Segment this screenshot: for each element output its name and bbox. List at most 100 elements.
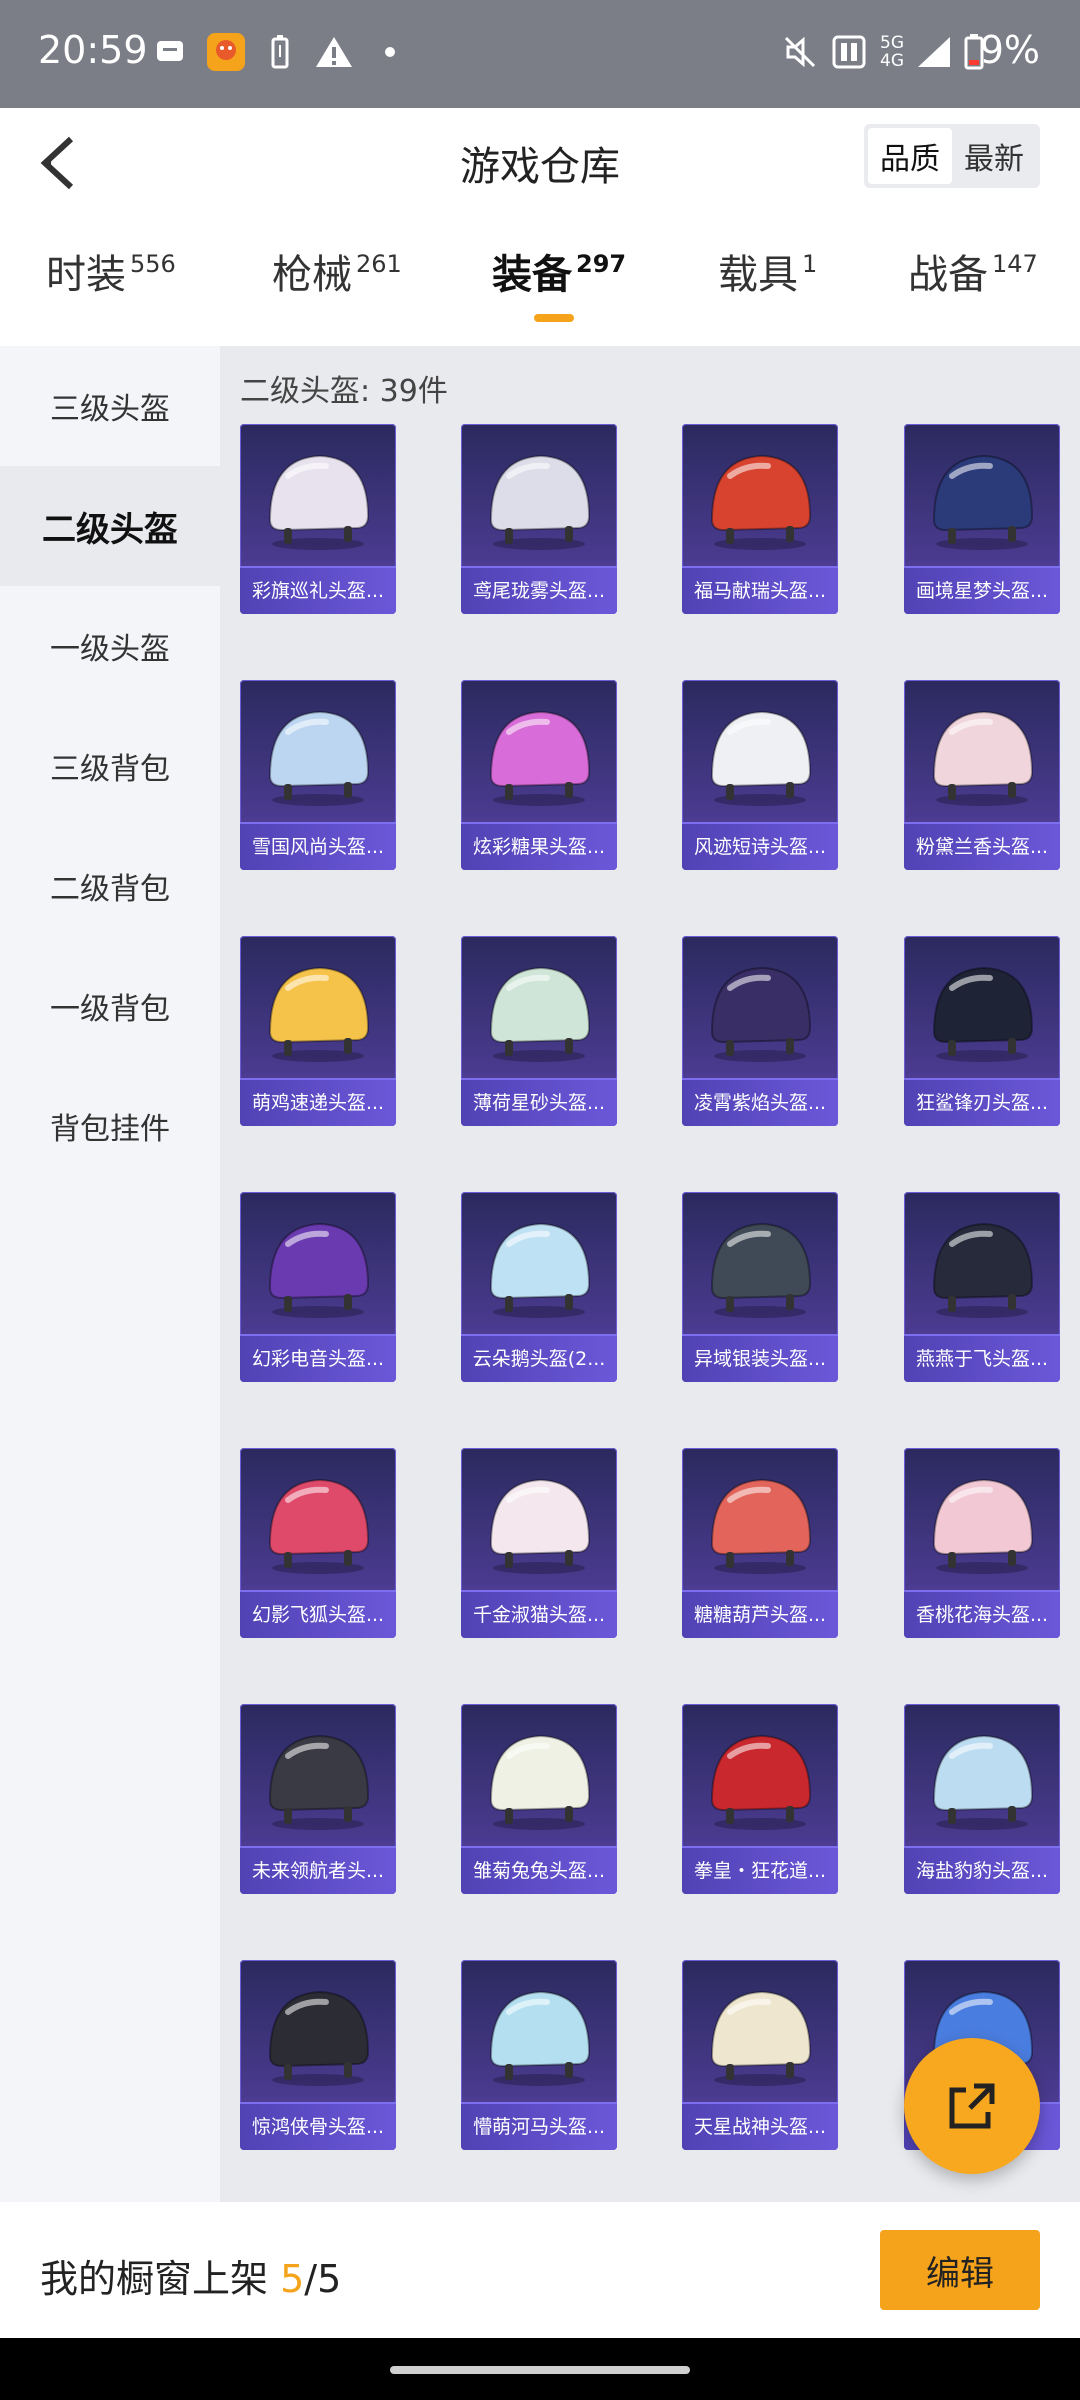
- item-card[interactable]: 异域银装头盔...: [682, 1192, 838, 1382]
- item-card[interactable]: 萌鸡速递头盔...: [240, 936, 396, 1126]
- sidebar-item-level1-helmet[interactable]: 一级头盔: [0, 586, 220, 706]
- item-card[interactable]: 凌霄紫焰头盔...: [682, 936, 838, 1126]
- item-card[interactable]: 未来领航者头...: [240, 1704, 396, 1894]
- mute-icon: [780, 30, 820, 74]
- item-name: 雏菊兔兔头盔...: [461, 1846, 617, 1894]
- item-name: 福马献瑞头盔...: [682, 566, 838, 614]
- helmet-icon: [932, 454, 1034, 550]
- sort-quality-button[interactable]: 品质: [868, 128, 952, 184]
- status-time: 20:59: [38, 28, 148, 72]
- helmet-icon: [710, 1990, 812, 2086]
- helmet-icon: [932, 1222, 1034, 1318]
- item-name: 萌鸡速递头盔...: [240, 1078, 396, 1126]
- header: 游戏仓库 品质 最新: [0, 108, 1080, 228]
- helmet-icon: [268, 454, 370, 550]
- tab-combat-gear[interactable]: 战备 147: [908, 250, 1038, 330]
- sort-newest-button[interactable]: 最新: [952, 128, 1036, 184]
- shelf-used-count: 5: [280, 2257, 305, 2301]
- helmet-icon: [489, 710, 591, 806]
- helmet-icon: [932, 1478, 1034, 1574]
- helmet-icon: [489, 1478, 591, 1574]
- helmet-icon: [710, 1734, 812, 1830]
- sidebar: 三级头盔 二级头盔 一级头盔 三级背包 二级背包 一级背包 背包挂件: [0, 346, 220, 2202]
- item-name: 幻彩电音头盔...: [240, 1334, 396, 1382]
- item-card[interactable]: 懵萌河马头盔...: [461, 1960, 617, 2150]
- app-notification-icon: [204, 30, 248, 74]
- helmet-icon: [710, 1478, 812, 1574]
- item-name: 懵萌河马头盔...: [461, 2102, 617, 2150]
- item-name: 天星战神头盔...: [682, 2102, 838, 2150]
- item-card[interactable]: 幻彩电音头盔...: [240, 1192, 396, 1382]
- item-name: 狂鲨锋刃头盔...: [904, 1078, 1060, 1126]
- tab-fashion[interactable]: 时装 556: [46, 250, 176, 330]
- item-card[interactable]: 画境星梦头盔...: [904, 424, 1060, 614]
- item-card[interactable]: 拳皇・狂花道...: [682, 1704, 838, 1894]
- item-card[interactable]: 千金淑猫头盔...: [461, 1448, 617, 1638]
- helmet-icon: [268, 1990, 370, 2086]
- sidebar-item-level2-backpack[interactable]: 二级背包: [0, 826, 220, 946]
- item-card[interactable]: 糖糖葫芦头盔...: [682, 1448, 838, 1638]
- item-name: 画境星梦头盔...: [904, 566, 1060, 614]
- sidebar-item-level2-helmet[interactable]: 二级头盔: [0, 466, 220, 586]
- item-name: 薄荷星砂头盔...: [461, 1078, 617, 1126]
- item-card[interactable]: 雏菊兔兔头盔...: [461, 1704, 617, 1894]
- item-card[interactable]: 风迹短诗头盔...: [682, 680, 838, 870]
- item-name: 香桃花海头盔...: [904, 1590, 1060, 1638]
- helmet-icon: [268, 1478, 370, 1574]
- helmet-icon: [489, 966, 591, 1062]
- item-card[interactable]: 云朵鹅头盔(2...: [461, 1192, 617, 1382]
- item-name: 风迹短诗头盔...: [682, 822, 838, 870]
- tab-vehicles[interactable]: 载具 1: [718, 250, 817, 330]
- sidebar-item-level3-backpack[interactable]: 三级背包: [0, 706, 220, 826]
- helmet-icon: [710, 454, 812, 550]
- item-card[interactable]: 雪国风尚头盔...: [240, 680, 396, 870]
- item-card[interactable]: 燕燕于飞头盔...: [904, 1192, 1060, 1382]
- helmet-icon: [268, 710, 370, 806]
- helmet-icon: [710, 1222, 812, 1318]
- item-name: 糖糖葫芦头盔...: [682, 1590, 838, 1638]
- dot-icon: [382, 30, 398, 74]
- item-name: 鸢尾珑雾头盔...: [461, 566, 617, 614]
- section-title: 二级头盔: 39件: [240, 374, 448, 409]
- sidebar-item-level1-backpack[interactable]: 一级背包: [0, 946, 220, 1066]
- item-name: 彩旗巡礼头盔...: [240, 566, 396, 614]
- item-card[interactable]: 彩旗巡礼头盔...: [240, 424, 396, 614]
- sidebar-item-backpack-charm[interactable]: 背包挂件: [0, 1066, 220, 1186]
- item-name: 凌霄紫焰头盔...: [682, 1078, 838, 1126]
- signal-icon: [914, 30, 954, 74]
- item-card[interactable]: 海盐豹豹头盔...: [904, 1704, 1060, 1894]
- system-nav-bar: [0, 2338, 1080, 2400]
- network-type-icon: 5G 4G: [880, 33, 904, 71]
- item-card[interactable]: 薄荷星砂头盔...: [461, 936, 617, 1126]
- home-indicator[interactable]: [390, 2366, 690, 2374]
- item-name: 粉黛兰香头盔...: [904, 822, 1060, 870]
- item-card[interactable]: 天星战神头盔...: [682, 1960, 838, 2150]
- sidebar-item-level3-helmet[interactable]: 三级头盔: [0, 346, 220, 466]
- item-card[interactable]: 狂鲨锋刃头盔...: [904, 936, 1060, 1126]
- item-name: 千金淑猫头盔...: [461, 1590, 617, 1638]
- helmet-icon: [932, 1734, 1034, 1830]
- item-card[interactable]: 惊鸿侠骨头盔...: [240, 1960, 396, 2150]
- sort-toggle: 品质 最新: [864, 124, 1040, 188]
- item-card[interactable]: 福马献瑞头盔...: [682, 424, 838, 614]
- share-button[interactable]: [904, 2038, 1040, 2174]
- item-card[interactable]: 幻影飞狐头盔...: [240, 1448, 396, 1638]
- item-name: 异域银装头盔...: [682, 1334, 838, 1382]
- helmet-icon: [932, 966, 1034, 1062]
- status-bar: 20:59 5G 4G 9%: [0, 0, 1080, 108]
- item-card[interactable]: 炫彩糖果头盔...: [461, 680, 617, 870]
- item-name: 未来领航者头...: [240, 1846, 396, 1894]
- tab-firearms[interactable]: 枪械 261: [272, 250, 402, 330]
- helmet-icon: [710, 966, 812, 1062]
- share-icon: [949, 2083, 995, 2129]
- helmet-icon: [489, 1222, 591, 1318]
- item-card[interactable]: 香桃花海头盔...: [904, 1448, 1060, 1638]
- battery-percent: 9%: [979, 28, 1040, 72]
- item-card[interactable]: 鸢尾珑雾头盔...: [461, 424, 617, 614]
- item-name: 惊鸿侠骨头盔...: [240, 2102, 396, 2150]
- item-grid-panel: 二级头盔: 39件 彩旗巡礼头盔... 鸢尾珑雾头盔... 福马献瑞头盔... 画境星…: [220, 346, 1080, 2202]
- shelf-status: 我的橱窗上架 5/5: [40, 2257, 342, 2301]
- item-name: 拳皇・狂花道...: [682, 1846, 838, 1894]
- item-card[interactable]: 粉黛兰香头盔...: [904, 680, 1060, 870]
- edit-button[interactable]: 编辑: [880, 2230, 1040, 2310]
